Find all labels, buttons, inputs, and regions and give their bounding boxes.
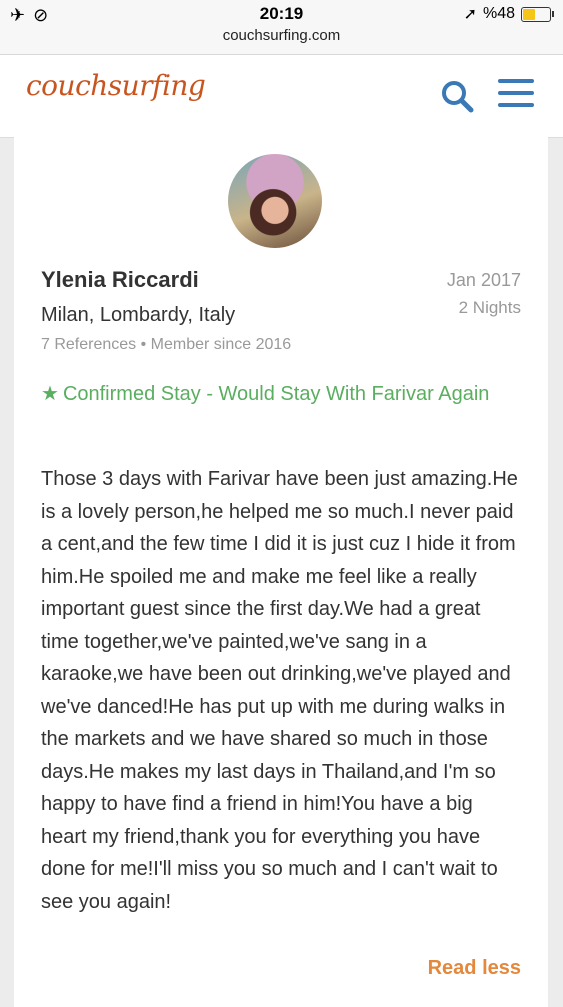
search-button[interactable] <box>440 79 474 113</box>
reference-body: Those 3 days with Farivar have been just… <box>41 468 518 913</box>
star-icon: ★ <box>41 383 59 405</box>
battery-percent: %48 <box>482 5 515 22</box>
status-icons-right: ➚ %48 <box>463 4 554 24</box>
reviewer-location: Milan, Lombardy, Italy <box>41 304 236 326</box>
battery-fill <box>523 8 535 20</box>
reference-date: Jan 2017 <box>446 270 521 290</box>
avatar[interactable] <box>228 154 322 248</box>
battery-icon <box>521 6 554 22</box>
location-arrow-icon: ➚ <box>463 6 477 23</box>
nights-count: 2 Nights <box>458 298 521 317</box>
reviewer-name[interactable]: Ylenia Riccardi <box>41 267 199 293</box>
search-icon <box>442 81 474 113</box>
reference-card: Ylenia Riccardi Jan 2017 2 Nights Milan,… <box>14 137 548 1007</box>
reviewer-meta: 7 References • Member since 2016 <box>41 336 292 353</box>
hamburger-icon <box>498 79 534 107</box>
address-bar-url[interactable]: couchsurfing.com <box>0 27 563 44</box>
menu-button[interactable] <box>498 79 534 111</box>
read-less-link[interactable]: Read less <box>428 957 521 980</box>
couchsurfing-logo[interactable]: couchsurfing <box>26 69 206 102</box>
site-header: couchsurfing <box>0 55 563 138</box>
confirmed-stay-label: ★ Confirmed Stay - Would Stay With Fariva… <box>41 377 501 411</box>
confirmed-text: Confirmed Stay - Would Stay With Farivar… <box>62 383 490 405</box>
status-bar: ✈ ⊘ 20:19 ➚ %48 couchsurfing.com <box>0 0 563 55</box>
